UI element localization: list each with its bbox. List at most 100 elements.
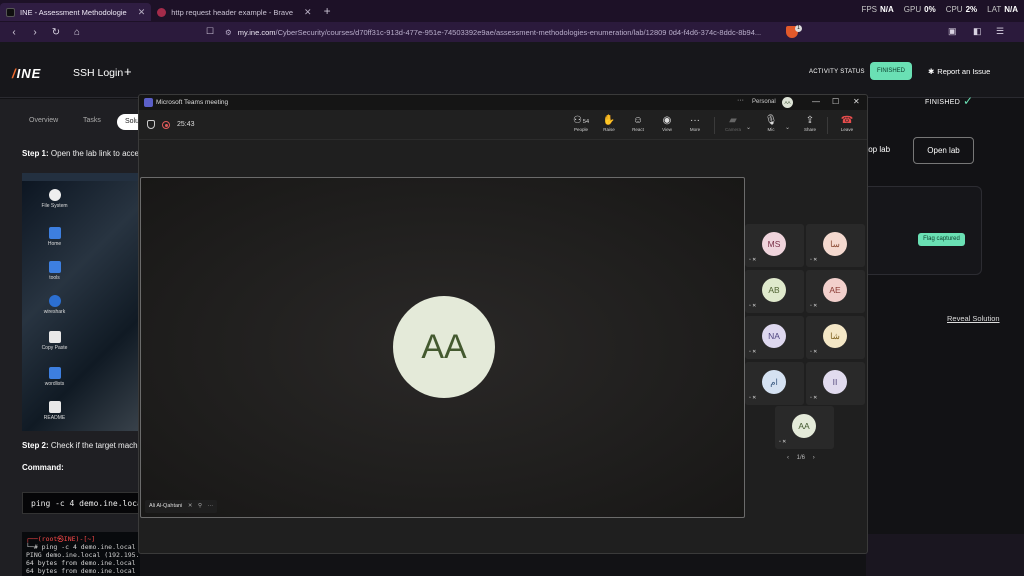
lab-status-panel — [866, 99, 1024, 576]
mic-button[interactable]: 🎙 Mic — [757, 114, 785, 132]
command-label: Command: — [22, 463, 64, 472]
terminal-line: 64 bytes from demo.ine.local (192.195.15… — [26, 559, 140, 567]
perf-cpu: CPU 2% — [945, 5, 978, 14]
bug-icon: ✱ — [928, 67, 935, 76]
tab-ine[interactable]: INE - Assessment Methodologie ✕ — [0, 3, 152, 21]
raise-hand-button[interactable]: ✋ Raise — [595, 114, 623, 132]
terminal-line: PING demo.ine.local (192.195.154.3) 56(8… — [26, 551, 140, 559]
perf-lat: LAT N/A — [987, 5, 1018, 14]
reveal-solution-link[interactable]: Reveal Solution — [947, 314, 1000, 323]
url-path: /CyberSecurity/courses/d70ff31c-913d-477… — [275, 27, 762, 37]
camera-icon: ▰ — [729, 115, 737, 126]
phone-icon: ☎ — [840, 115, 854, 126]
close-icon[interactable]: ✕ — [138, 7, 146, 18]
teams-titlebar: Microsoft Teams meeting ··· Personal AA … — [139, 95, 867, 110]
mic-off-icon: ▫ ✕ — [749, 395, 757, 401]
avatar[interactable]: AA — [782, 97, 793, 108]
desktop-icon-home: Home — [32, 227, 77, 247]
wallet-icon[interactable]: ▣ — [948, 26, 957, 37]
sidebar-icon[interactable]: ◧ — [973, 26, 982, 37]
avatar: AA — [792, 414, 816, 438]
close-icon[interactable]: ✕ — [304, 7, 312, 18]
report-issue-button[interactable]: ✱ Report an Issue — [928, 67, 990, 76]
terminal-prompt: ┌──(root㉿INE)-[~] — [26, 535, 96, 543]
flag-captured-badge: Flag captured — [918, 233, 965, 246]
share-icon: ⇪ — [805, 115, 815, 126]
teams-logo-icon — [144, 98, 153, 107]
people-button[interactable]: ⚇54 People — [567, 114, 595, 132]
site-settings-icon[interactable]: ⚙ — [225, 28, 232, 37]
tab-tasks[interactable]: Tasks — [83, 117, 101, 124]
performance-overlay: FPS N/A GPU 0% CPU 2% LAT N/A — [861, 5, 1018, 14]
share-button[interactable]: ⇪ Share — [796, 114, 824, 132]
bookmark-icon[interactable]: ☐ — [206, 26, 214, 37]
stop-lab-button[interactable]: top lab — [866, 145, 890, 154]
react-button[interactable]: ☺ React — [624, 114, 652, 132]
mic-off-icon: ▫ ✕ — [749, 349, 757, 355]
meeting-toolbar: 25:43 ⚇54 People ✋ Raise ☺ React ◉ View ···… — [139, 110, 867, 140]
view-button[interactable]: ◉ View — [653, 114, 681, 132]
participant-tile[interactable]: NA ▫ ✕ — [745, 316, 804, 359]
participant-tile[interactable]: سا ▫ ✕ — [806, 224, 865, 267]
forward-icon[interactable]: › — [28, 25, 42, 39]
participant-tile[interactable]: ام ▫ ✕ — [745, 362, 804, 405]
url-field[interactable]: ⚙ my.ine.com/CyberSecurity/courses/d70ff… — [225, 25, 770, 39]
hand-icon: ✋ — [602, 115, 616, 126]
perf-gpu: GPU 0% — [903, 5, 936, 14]
view-icon: ◉ — [662, 115, 672, 126]
desktop-icon-readme: README — [32, 401, 77, 421]
gallery-pager: ‹ 1/6 › — [787, 455, 815, 461]
avatar: ام — [762, 370, 786, 394]
leave-button[interactable]: ☎ Leave — [833, 114, 861, 132]
reload-icon[interactable]: ↻ — [49, 25, 63, 39]
more-icon[interactable]: ··· — [208, 503, 214, 509]
lab-desktop-screenshot: File System Home tools wireshark Copy Pa… — [22, 173, 140, 431]
toolbar-divider — [827, 117, 828, 134]
chevron-left-icon[interactable]: ‹ — [787, 455, 789, 461]
url-host: my.ine.com — [237, 27, 276, 37]
back-icon[interactable]: ‹ — [7, 25, 21, 39]
terminal-command: └─# ping -c 4 demo.ine.local — [26, 543, 136, 551]
participant-tile[interactable]: AB ▫ ✕ — [745, 270, 804, 313]
participant-tile[interactable]: II ▫ ✕ — [806, 362, 865, 405]
more-icon[interactable]: ··· — [737, 97, 744, 104]
mic-off-icon: 🎙 — [764, 115, 778, 126]
shield-count-badge: 1 — [795, 25, 802, 32]
close-icon[interactable]: ✕ — [853, 97, 860, 106]
more-button[interactable]: ··· More — [681, 114, 709, 132]
avatar: شا — [823, 324, 847, 348]
shield-icon[interactable] — [147, 120, 155, 129]
add-icon[interactable]: + — [124, 64, 132, 79]
perf-fps: FPS N/A — [861, 5, 894, 14]
open-lab-button[interactable]: Open lab — [913, 137, 974, 164]
command-code-block[interactable]: ping -c 4 demo.ine.local — [22, 492, 140, 514]
new-tab-button[interactable]: + — [324, 4, 331, 18]
page-title: SSH Login — [73, 67, 124, 79]
desktop-icon-wordlists: wordlists — [32, 367, 77, 387]
desktop-icon-tools: tools — [32, 261, 77, 281]
home-icon[interactable]: ⌂ — [70, 25, 84, 39]
minimize-icon[interactable]: — — [812, 97, 820, 106]
desktop-icon-wireshark: wireshark — [32, 295, 77, 315]
participant-tile[interactable]: MS ▫ ✕ — [745, 224, 804, 267]
avatar: AE — [823, 278, 847, 302]
avatar: AB — [762, 278, 786, 302]
chevron-down-icon[interactable]: ⌄ — [746, 124, 751, 131]
chevron-right-icon[interactable]: › — [813, 455, 815, 461]
step-1-heading: Step 1: Open the lab link to acce — [22, 149, 139, 158]
participant-tile[interactable]: AE ▫ ✕ — [806, 270, 865, 313]
address-bar: ‹ › ↻ ⌂ ☐ ⚙ my.ine.com/CyberSecurity/cou… — [0, 22, 1024, 42]
finished-label: FINISHED — [925, 99, 961, 106]
chevron-down-icon[interactable]: ⌄ — [785, 124, 790, 131]
terminal-line: 64 bytes from demo.ine.local (192.195.15… — [26, 567, 140, 575]
tab-overview[interactable]: Overview — [29, 117, 58, 124]
tab-brave-search[interactable]: http request header example - Brave ✕ — [151, 3, 317, 21]
camera-button[interactable]: ▰ Camera — [719, 114, 747, 132]
menu-icon[interactable]: ☰ — [996, 26, 1004, 37]
maximize-icon[interactable]: ☐ — [832, 97, 839, 106]
ine-logo[interactable]: /INE — [12, 66, 41, 81]
pin-icon[interactable]: ⚲ — [198, 503, 202, 509]
flag-panel — [866, 186, 982, 275]
participant-tile[interactable]: شا ▫ ✕ — [806, 316, 865, 359]
participant-tile[interactable]: AA ▫ ✕ — [775, 406, 834, 449]
